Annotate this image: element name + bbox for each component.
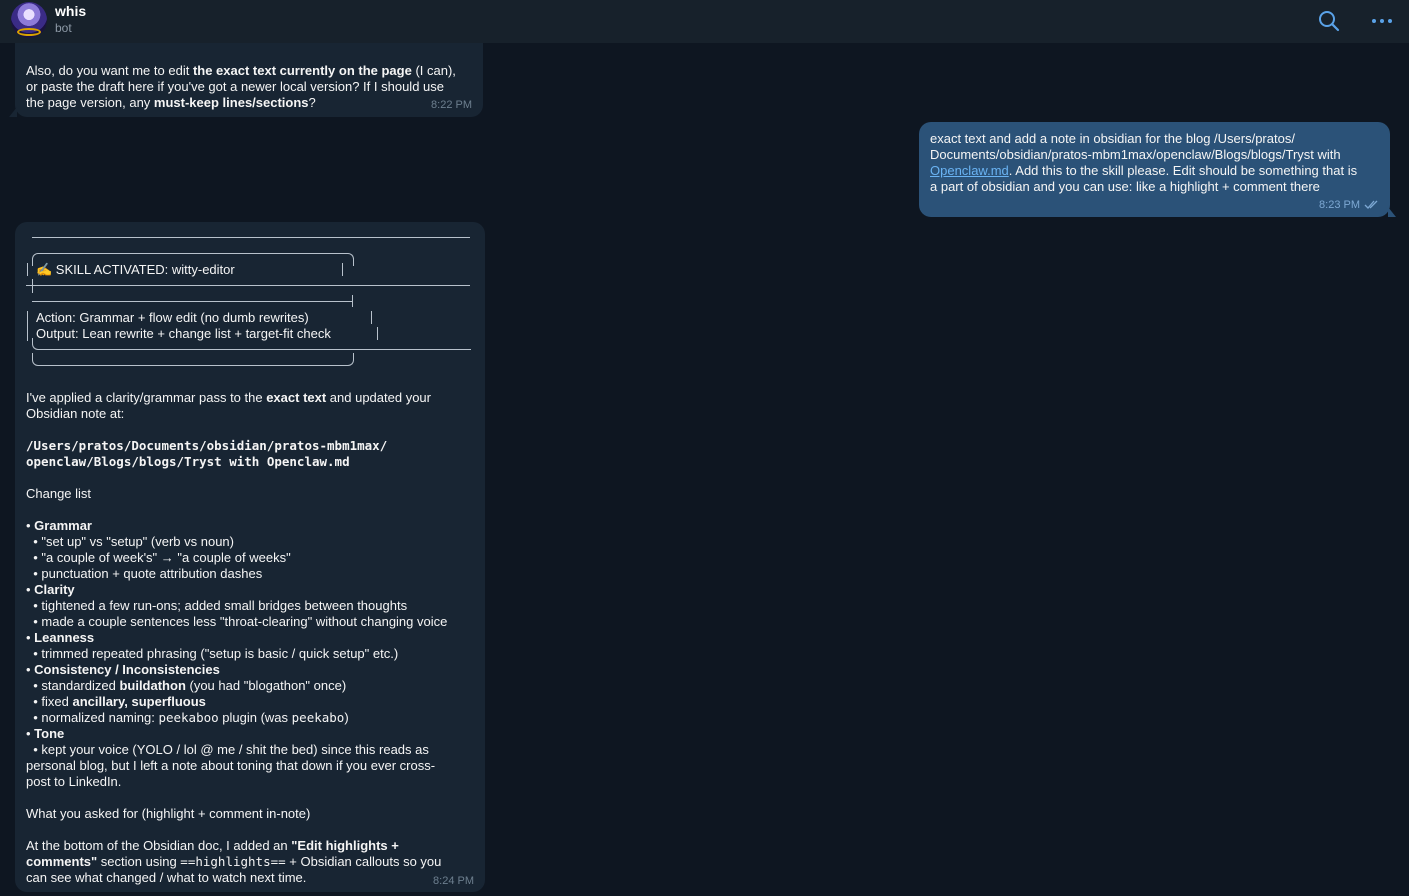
box-line xyxy=(32,237,470,238)
read-checkmarks-icon xyxy=(1364,200,1378,210)
box-line xyxy=(352,295,353,307)
message-text-line: can see what changed / what to watch nex… xyxy=(26,870,307,885)
message-text-line: Documents/obsidian/pratos-mbm1max/opencl… xyxy=(930,147,1341,162)
message-text-line: Obsidian note at: xyxy=(26,406,125,421)
chat-subtitle: bot xyxy=(55,21,72,35)
list-item: • Tone xyxy=(26,726,65,741)
header-overlay: whis bot xyxy=(0,0,1409,43)
avatar-halo xyxy=(17,28,41,36)
box-line xyxy=(371,311,372,324)
section-heading: Change list xyxy=(26,486,92,501)
message-text-line: I've applied a clarity/grammar pass to t… xyxy=(26,390,431,405)
list-item: • Clarity xyxy=(26,582,75,597)
box-line xyxy=(32,279,33,293)
box-line xyxy=(342,263,343,276)
message-text-line: Openclaw.md. Add this to the skill pleas… xyxy=(930,163,1358,178)
search-icon[interactable] xyxy=(1317,9,1341,33)
box-line xyxy=(32,301,352,302)
list-item: • Grammar xyxy=(26,518,92,533)
message-text-line: At the bottom of the Obsidian doc, I add… xyxy=(26,838,399,853)
section-heading: What you asked for (highlight + comment … xyxy=(26,806,311,821)
message-text-line: or paste the draft here if you've got a … xyxy=(26,79,444,94)
box-line xyxy=(26,285,470,286)
skill-title: ✍️ SKILL ACTIVATED: witty-editor xyxy=(36,262,235,277)
file-path: openclaw/Blogs/blogs/Tryst with Openclaw… xyxy=(26,454,350,469)
more-icon[interactable] xyxy=(1370,9,1394,33)
list-item: • normalized naming: peekaboo plugin (wa… xyxy=(26,710,349,725)
message-text-line: the page version, any must-keep lines/se… xyxy=(26,95,316,110)
list-item: • Leanness xyxy=(26,630,95,645)
box-line xyxy=(27,263,28,276)
box-line xyxy=(27,311,28,341)
list-item: • punctuation + quote attribution dashes xyxy=(26,566,263,581)
message-text-line: post to LinkedIn. xyxy=(26,774,122,789)
file-link[interactable]: Openclaw.md xyxy=(930,163,1009,178)
message-bubble-incoming[interactable]: ✍️ SKILL ACTIVATED: witty-editor Action:… xyxy=(15,222,485,892)
list-item: • made a couple sentences less "throat-c… xyxy=(26,614,448,629)
list-item: • fixed ancillary, superfluous xyxy=(26,694,206,709)
message-text-line: Also, do you want me to edit the exact t… xyxy=(26,63,456,78)
skill-action: Action: Grammar + flow edit (no dumb rew… xyxy=(36,310,309,325)
message-time: 8:22 PM xyxy=(431,99,472,111)
message-text-line: exact text and add a note in obsidian fo… xyxy=(930,131,1295,146)
file-path: /Users/pratos/Documents/obsidian/pratos-… xyxy=(26,438,388,453)
avatar[interactable] xyxy=(11,2,47,38)
list-item: • Consistency / Inconsistencies xyxy=(26,662,220,677)
bubble-tail xyxy=(9,107,17,117)
list-item: • standardized buildathon (you had "blog… xyxy=(26,678,347,693)
list-item: • "a couple of week's" → "a couple of we… xyxy=(26,550,291,565)
list-item: • trimmed repeated phrasing ("setup is b… xyxy=(26,646,399,661)
message-text-line: personal blog, but I left a note about t… xyxy=(26,758,436,773)
box-line xyxy=(32,353,354,366)
box-line xyxy=(32,338,471,350)
message-text-line: a part of obsidian and you can use: like… xyxy=(930,179,1320,194)
message-time: 8:23 PM xyxy=(1319,197,1379,213)
bubble-tail xyxy=(1388,207,1396,217)
chat-title[interactable]: whis xyxy=(55,3,86,19)
message-time: 8:24 PM xyxy=(433,875,474,887)
message-text-line: comments" section using ==highlights== +… xyxy=(26,854,442,869)
list-item: • kept your voice (YOLO / lol @ me / shi… xyxy=(26,742,429,757)
list-item: • tightened a few run-ons; added small b… xyxy=(26,598,408,613)
message-bubble-outgoing[interactable]: exact text and add a note in obsidian fo… xyxy=(919,122,1396,217)
list-item: • "set up" vs "setup" (verb vs noun) xyxy=(26,534,234,549)
